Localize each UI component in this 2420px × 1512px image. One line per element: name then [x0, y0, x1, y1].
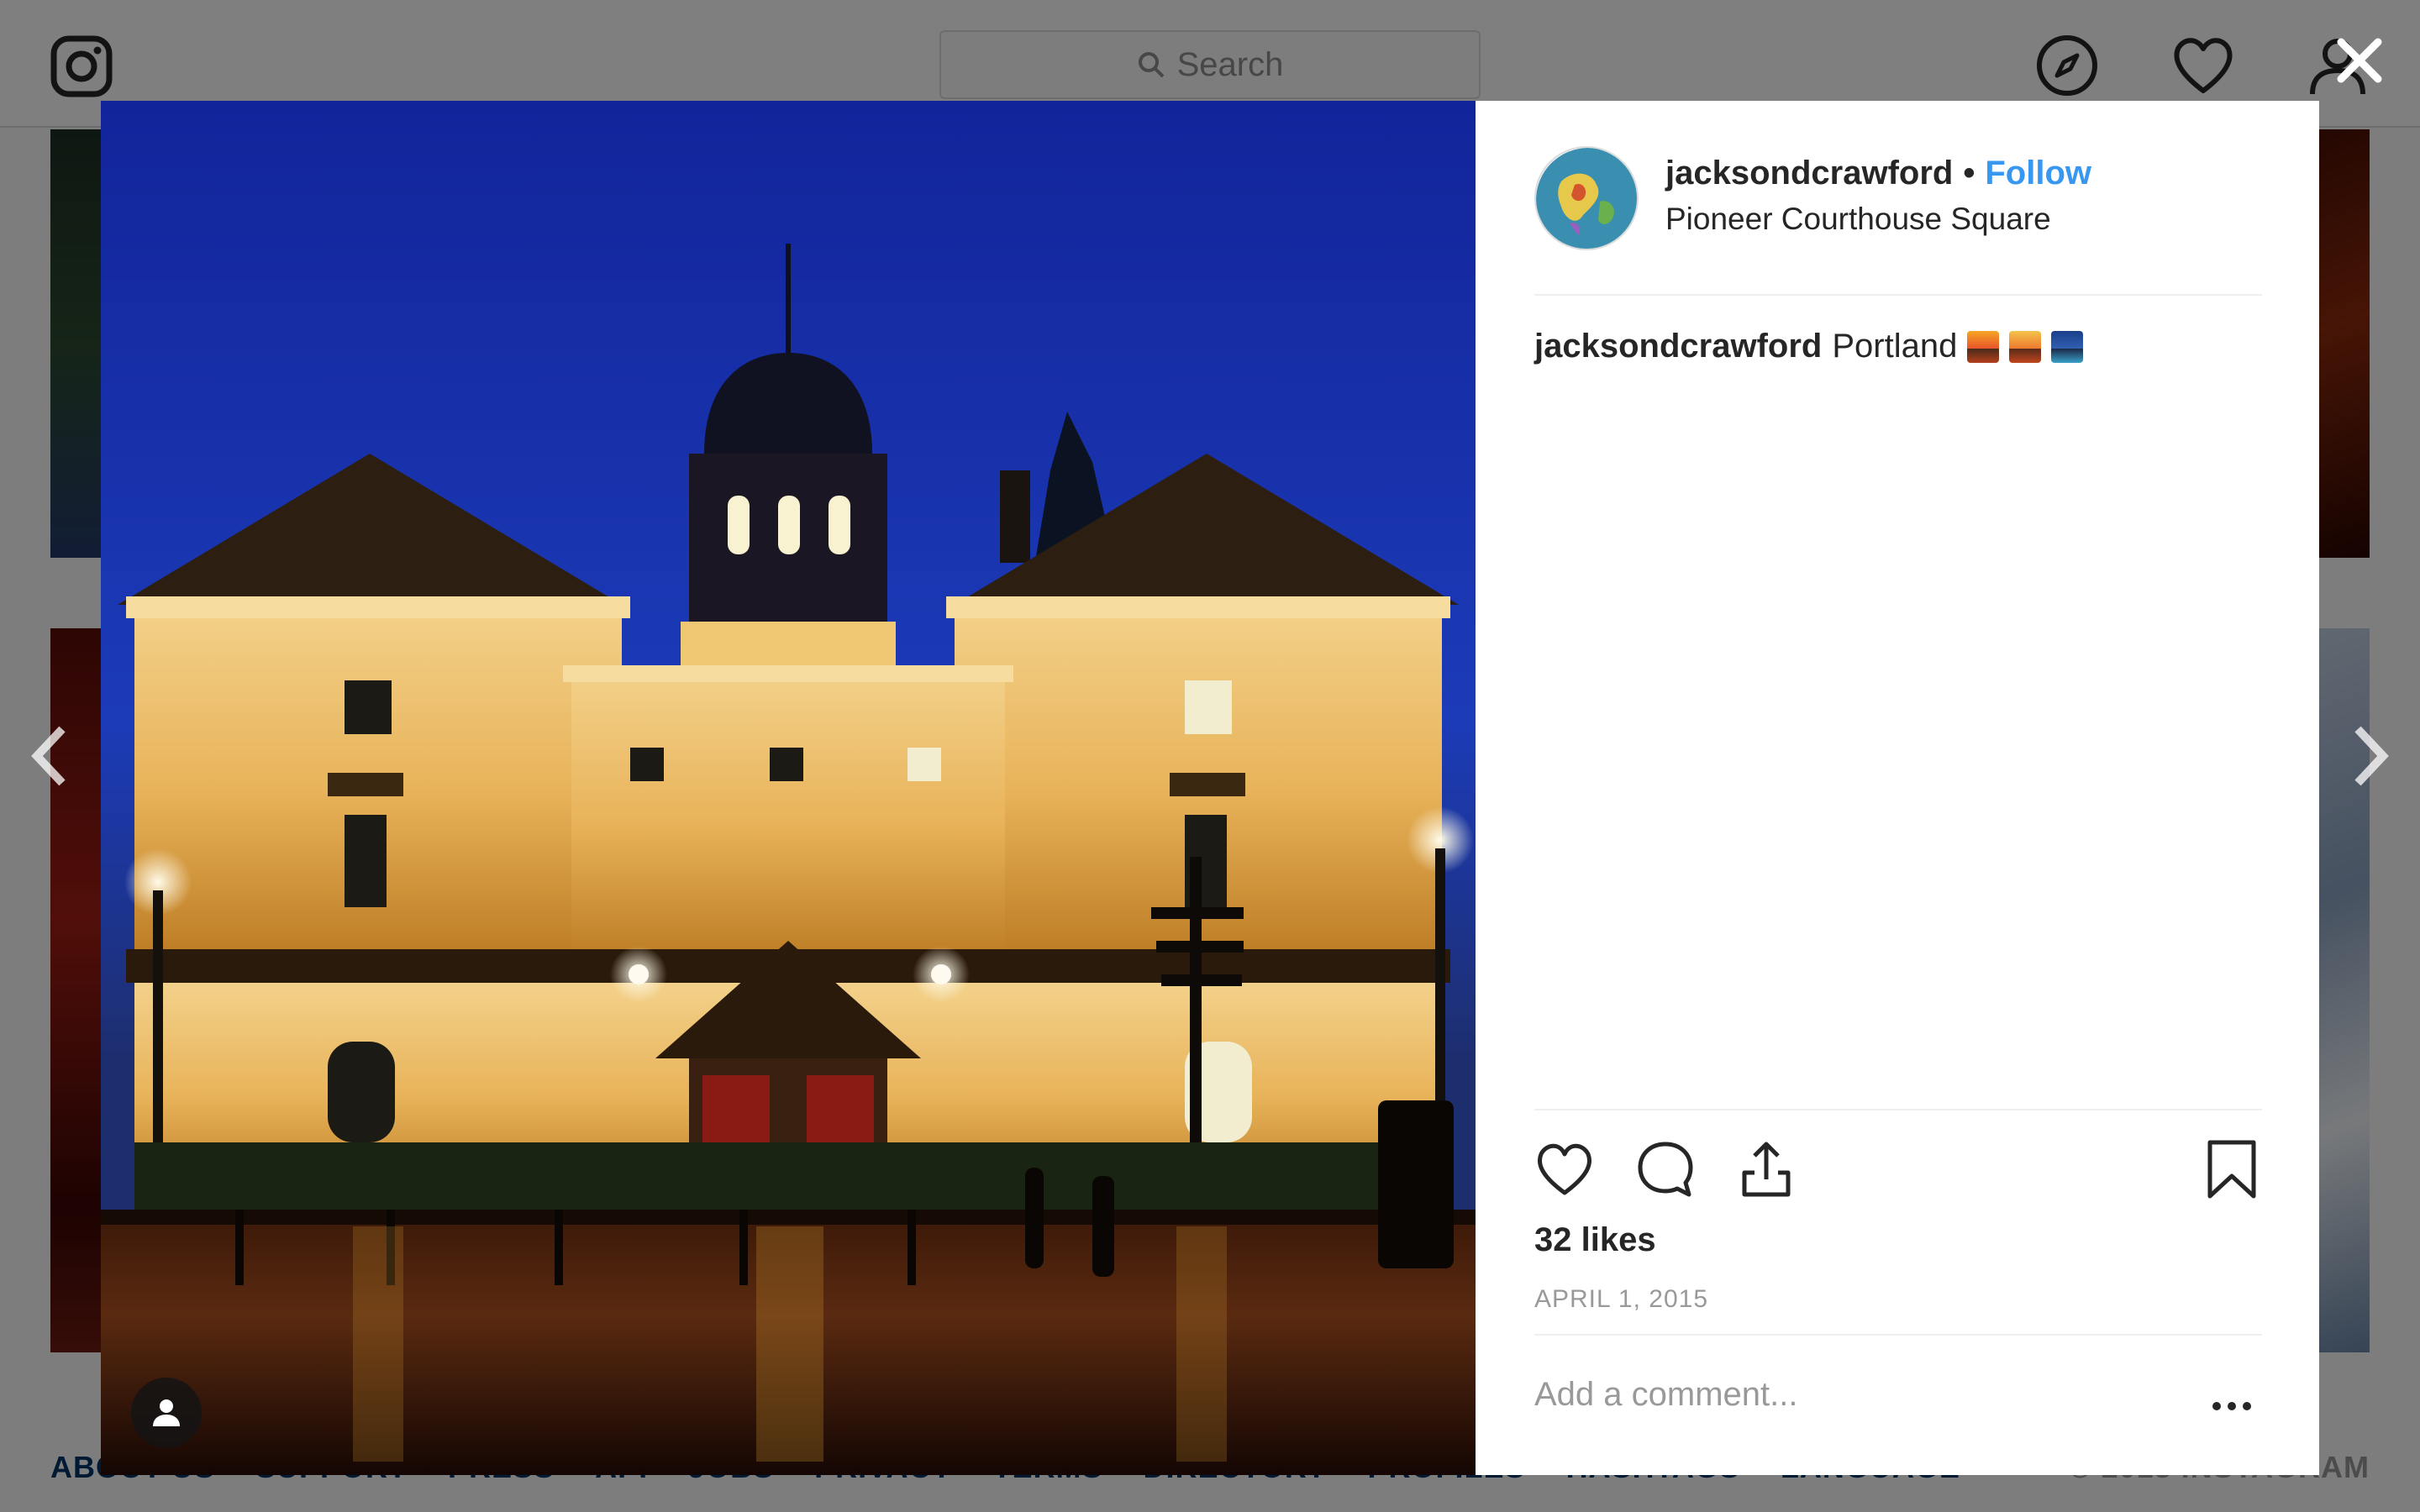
post-modal: jacksondcrawford • Follow Pioneer Courth… — [101, 101, 2319, 1475]
like-heart-icon[interactable] — [1534, 1139, 1595, 1200]
caption-username[interactable]: jacksondcrawford — [1534, 328, 1822, 365]
comment-bubble-icon[interactable] — [1635, 1139, 1696, 1200]
bookmark-icon[interactable] — [2202, 1139, 2262, 1200]
location-link[interactable]: Pioneer Courthouse Square — [1665, 202, 2051, 237]
person-tag-icon — [153, 1399, 180, 1426]
share-icon[interactable] — [1736, 1139, 1797, 1200]
separator-dot: • — [1963, 155, 1975, 192]
post-date: APRIL 1, 2015 — [1534, 1285, 1709, 1313]
globe-avatar-image — [1536, 148, 1637, 249]
comment-bar: Add a comment... — [1534, 1334, 2262, 1475]
post-sidebar: jacksondcrawford • Follow Pioneer Courth… — [1476, 101, 2319, 1475]
username-link[interactable]: jacksondcrawford — [1665, 155, 1953, 192]
next-arrow-icon[interactable] — [2344, 722, 2395, 790]
comment-input[interactable]: Add a comment... — [1534, 1376, 1797, 1414]
post-photo[interactable] — [101, 101, 1476, 1475]
sunset-cityscape-emoji — [1967, 330, 2000, 363]
post-actions — [1534, 1109, 2262, 1210]
close-icon[interactable] — [2329, 30, 2390, 91]
more-options-icon[interactable] — [2210, 1398, 2254, 1415]
person-tag-button[interactable] — [131, 1378, 202, 1448]
night-cityscape-emoji — [2051, 330, 2084, 363]
post-header: jacksondcrawford • Follow Pioneer Courth… — [1534, 146, 2262, 296]
post-caption: jacksondcrawford Portland — [1534, 328, 2084, 365]
avatar[interactable] — [1534, 146, 1639, 250]
likes-count[interactable]: 32 likes — [1534, 1221, 1656, 1259]
sunrise-cityscape-emoji — [2009, 330, 2042, 363]
caption-text: Portland — [1832, 328, 1958, 365]
previous-arrow-icon[interactable] — [25, 722, 76, 790]
follow-button[interactable]: Follow — [1985, 155, 2091, 192]
user-line: jacksondcrawford • Follow — [1665, 155, 2091, 192]
courthouse-night-photo — [101, 101, 1476, 1475]
